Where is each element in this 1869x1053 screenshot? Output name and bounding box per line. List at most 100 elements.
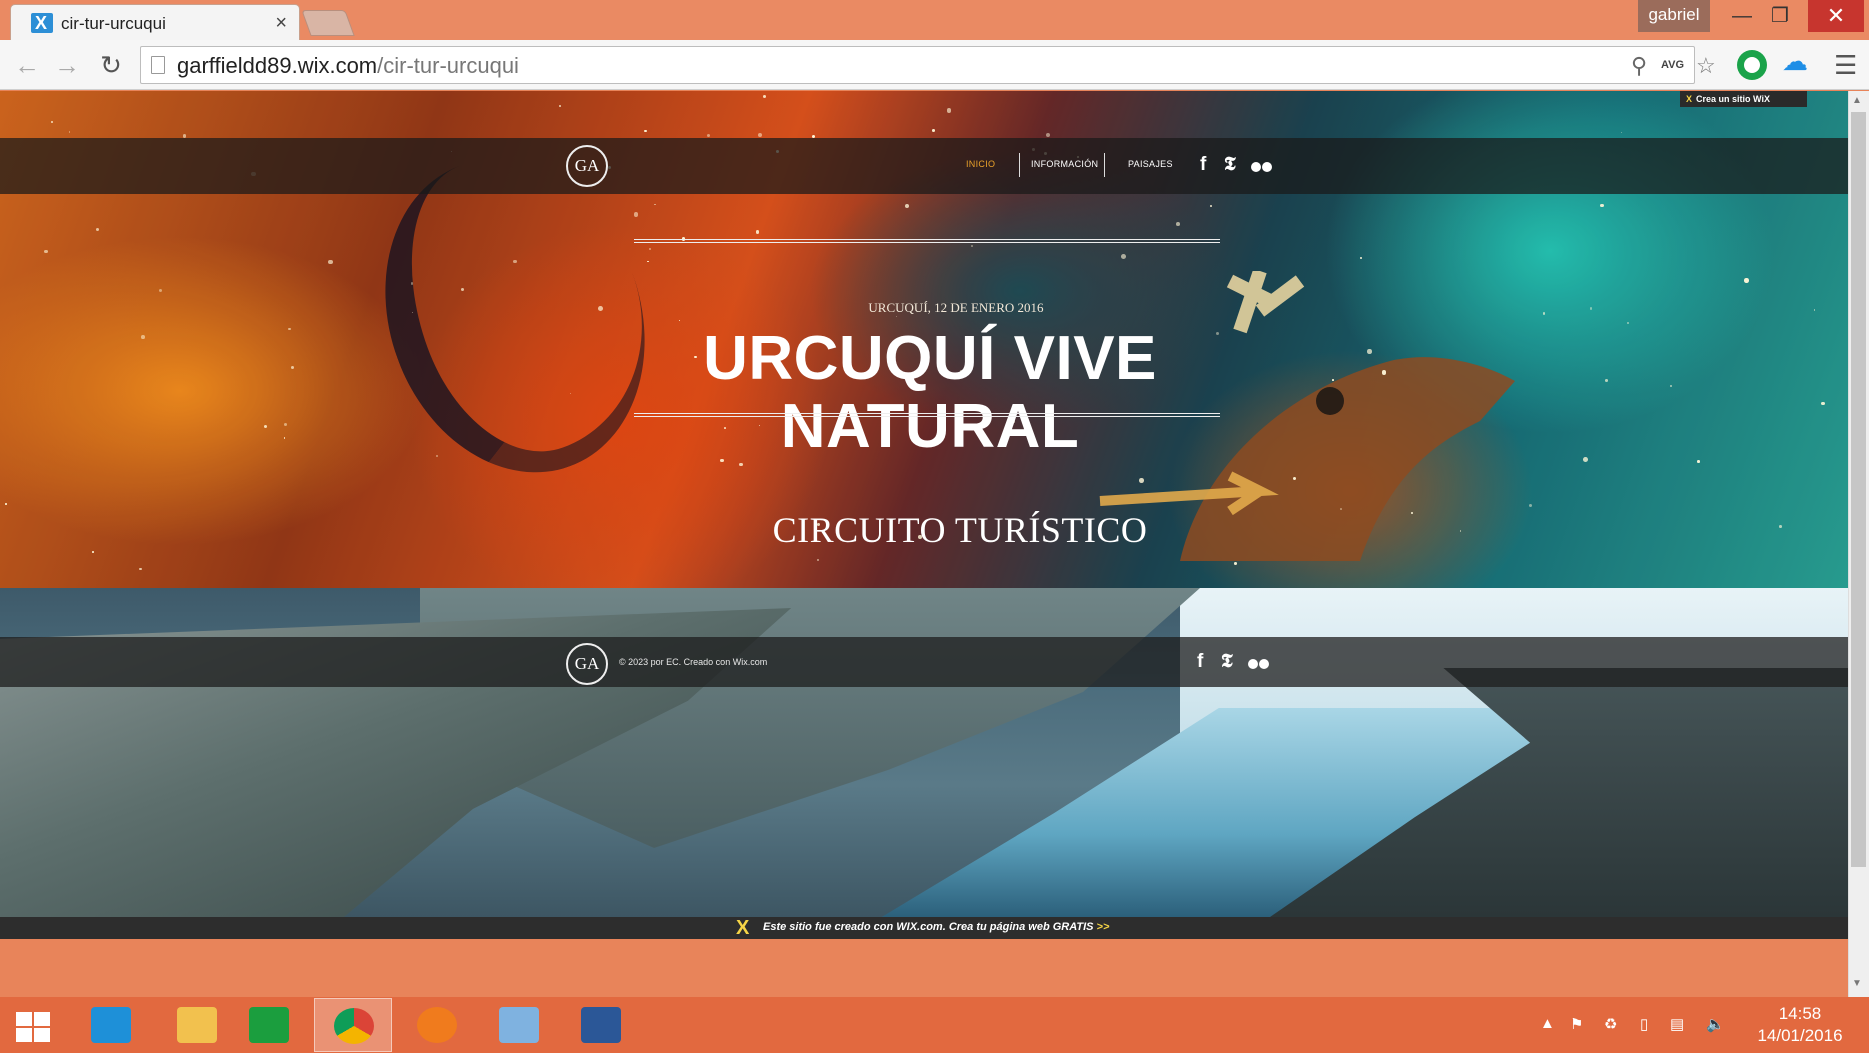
new-tab-button[interactable] [301, 10, 355, 36]
wix-promo-banner[interactable]: X Este sitio fue creado con WIX.com. Cre… [0, 917, 1848, 939]
site-logo[interactable]: GA [566, 145, 608, 187]
hero-title: URCUQUÍ VIVE NATURAL [0, 325, 1848, 461]
star-speck [817, 559, 819, 561]
volume-icon[interactable]: 🔈 [1706, 1015, 1725, 1033]
scroll-up-arrow-icon[interactable]: ▲ [1852, 95, 1862, 106]
star-speck [1139, 478, 1145, 483]
microsoft-word-icon [581, 1007, 621, 1043]
nav-item-informacion[interactable]: INFORMACIÓN [1031, 159, 1098, 169]
hero-subtitle: CIRCUITO TURÍSTICO [772, 510, 1148, 550]
browser-toolbar: ← → ↻ garffieldd89.wix.com/cir-tur-urcuq… [0, 40, 1869, 90]
footer-twitter-icon[interactable]: 𝕿 [1221, 651, 1233, 673]
star-speck [1626, 321, 1629, 324]
network-signal-icon[interactable]: ▤ [1670, 1015, 1684, 1033]
nav-item-paisajes[interactable]: PAISAJES [1128, 159, 1173, 169]
star-speck [410, 282, 414, 285]
star-speck [1744, 278, 1749, 283]
remote-desktop-icon [499, 1007, 539, 1043]
reload-icon[interactable]: ↻ [94, 48, 128, 82]
taskbar-windows-store[interactable] [230, 998, 308, 1052]
hero-section: X Crea un sitio WiX GA INICIO INFORMACIÓN… [0, 91, 1848, 588]
star-speck [970, 245, 973, 248]
site-header-nav: GA INICIO INFORMACIÓN PAISAJES f 𝕿 [0, 138, 1848, 194]
star-speck [1528, 504, 1532, 508]
star-speck [1600, 203, 1604, 208]
action-center-flag-icon[interactable]: ⚑ [1570, 1015, 1583, 1033]
hero-title-line-1: URCUQUÍ VIVE [703, 324, 1157, 393]
window-close-button[interactable]: ✕ [1808, 0, 1864, 32]
chrome-menu-icon[interactable]: ☰ [1834, 50, 1857, 81]
bookmark-star-icon[interactable]: ☆ [1696, 53, 1716, 79]
scroll-down-arrow-icon[interactable]: ▼ [1852, 978, 1862, 989]
wix-favicon-icon [31, 13, 53, 34]
page-icon [151, 56, 165, 74]
windows-logo-icon [16, 1012, 52, 1042]
star-speck [95, 227, 99, 231]
star-speck [92, 551, 94, 553]
browser-title-bar: cir-tur-urcuqui × gabriel — ❐ ✕ [0, 0, 1869, 40]
recycle-icon[interactable]: ♻ [1604, 1015, 1617, 1033]
tray-expand-icon[interactable]: ▲ [1540, 1015, 1555, 1032]
hero-divider-top [634, 239, 1220, 243]
star-speck [138, 567, 142, 571]
flickr-icon[interactable] [1251, 162, 1273, 172]
scrollbar-thumb[interactable] [1851, 112, 1866, 867]
windows-store-icon [249, 1007, 289, 1043]
file-explorer-icon [177, 1007, 217, 1043]
tab-title: cir-tur-urcuqui [61, 14, 166, 33]
nav-separator [1104, 153, 1105, 177]
star-speck [739, 462, 743, 467]
footer-copyright[interactable]: © 2023 por EC. Creado con Wix.com [619, 657, 767, 667]
back-arrow-icon[interactable]: ← [10, 48, 44, 82]
twitter-icon[interactable]: 𝕿 [1224, 154, 1236, 176]
hero-divider-bottom [634, 413, 1220, 417]
star-speck [1233, 561, 1237, 565]
taskbar-google-chrome[interactable] [314, 998, 392, 1052]
web-page-viewport: X Crea un sitio WiX GA INICIO INFORMACIÓN… [0, 91, 1848, 997]
profile-user-badge[interactable]: gabriel [1638, 0, 1710, 32]
url-text[interactable]: garffieldd89.wix.com/cir-tur-urcuqui [177, 53, 519, 79]
clock-time: 14:58 [1778, 1004, 1822, 1023]
green-extension-icon[interactable] [1737, 50, 1767, 80]
wix-banner-text[interactable]: Este sitio fue creado con WIX.com. Crea … [763, 921, 1109, 933]
hero-title-line-2: NATURAL [780, 392, 1080, 461]
cloud-extension-icon[interactable]: ☁ [1782, 46, 1812, 76]
star-speck [50, 120, 53, 123]
footer-logo[interactable]: GA [566, 643, 608, 685]
taskbar-file-explorer[interactable] [158, 998, 236, 1052]
star-speck [513, 260, 517, 264]
crea-un-sitio-wix-badge[interactable]: X Crea un sitio WiX [1680, 91, 1807, 107]
star-speck [328, 259, 333, 264]
taskbar-microsoft-word[interactable] [562, 998, 640, 1052]
wix-x-icon: X [736, 917, 750, 939]
taskbar-internet-explorer[interactable] [72, 998, 150, 1052]
internet-explorer-icon [91, 1007, 131, 1043]
window-restore-button[interactable]: ❐ [1758, 0, 1802, 32]
star-speck [44, 249, 48, 253]
star-speck [461, 287, 465, 291]
google-chrome-icon [334, 1008, 374, 1044]
taskbar-remote-desktop[interactable] [480, 998, 558, 1052]
footer-facebook-icon[interactable]: f [1197, 651, 1203, 673]
hero-date: URCUQUÍ, 12 DE ENERO 2016 [868, 300, 1044, 315]
facebook-icon[interactable]: f [1200, 154, 1206, 176]
taskbar-firefox[interactable] [398, 998, 476, 1052]
avg-extension-icon[interactable]: AVG [1661, 59, 1684, 71]
clock-date: 14/01/2016 [1757, 1026, 1843, 1045]
zoom-icon[interactable]: ⚲ [1631, 53, 1647, 79]
nav-item-inicio[interactable]: INICIO [966, 159, 995, 169]
taskbar-clock[interactable]: 14:58 14/01/2016 [1745, 1003, 1855, 1047]
star-speck [931, 129, 935, 133]
start-button[interactable] [0, 998, 78, 1052]
windows-taskbar: ▲ ⚑ ♻ ▯ ▤ 🔈 14:58 14/01/2016 [0, 997, 1869, 1053]
battery-icon[interactable]: ▯ [1640, 1015, 1648, 1033]
forward-arrow-icon[interactable]: → [50, 48, 84, 82]
address-bar[interactable]: garffieldd89.wix.com/cir-tur-urcuqui ⚲ A… [140, 46, 1716, 84]
tab-close-icon[interactable]: × [275, 12, 287, 35]
star-speck [647, 260, 649, 263]
nav-separator [1019, 153, 1020, 177]
star-speck [762, 95, 766, 99]
firefox-icon [417, 1007, 457, 1043]
footer-flickr-icon[interactable] [1248, 659, 1270, 669]
browser-tab[interactable]: cir-tur-urcuqui × [10, 4, 300, 40]
